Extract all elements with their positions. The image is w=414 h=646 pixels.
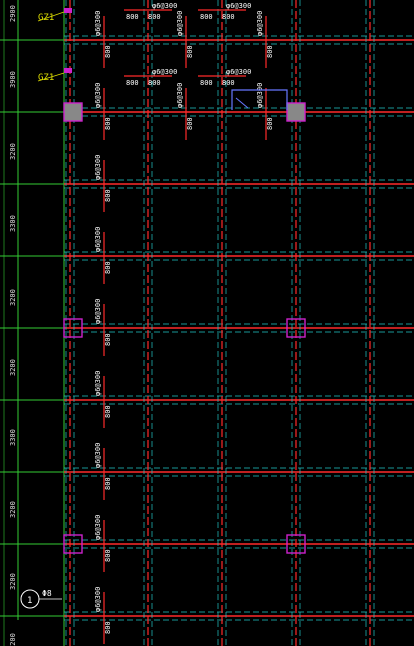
row-spacing-label: 3900 — [9, 71, 17, 88]
rebar-length-label: 800 — [148, 79, 161, 87]
structural-plan-drawing: 2900 3900 3200 3300 3200 3200 3300 3200 3200 3200… — [0, 0, 414, 646]
rebar-spec-label: φ6@300 — [256, 83, 264, 108]
rebar-length-label: 800 — [104, 621, 112, 634]
row-spacing-label: 3300 — [9, 429, 17, 446]
rebar-length-label: 800 — [266, 45, 274, 58]
rebar-length-label: 800 — [222, 79, 235, 87]
column-tag-label: GZ1 — [38, 73, 54, 83]
axis-tag-label: Φ8 — [42, 589, 52, 598]
structural-column — [286, 102, 306, 122]
tag-marker — [64, 68, 72, 73]
rebar-spec-label: φ6@300 — [152, 68, 177, 76]
rebar-spec-label: φ6@300 — [94, 227, 102, 252]
rebar-length-label: 800 — [126, 13, 139, 21]
row-spacing-label: 3200 — [9, 573, 17, 590]
rebar-length-label: 800 — [266, 117, 274, 130]
row-spacing-label: 3300 — [9, 215, 17, 232]
rebar-spec-label: φ6@300 — [226, 2, 251, 10]
rebar-spec-label: φ6@300 — [226, 68, 251, 76]
axis-bubble-number: 1 — [27, 596, 32, 606]
rebar-spec-label: φ6@300 — [152, 2, 177, 10]
rebar-spec-label: φ6@300 — [176, 83, 184, 108]
rebar-spec-label: φ6@300 — [94, 371, 102, 396]
rebar-length-label: 800 — [104, 117, 112, 130]
rebar-spec-label: φ6@300 — [256, 11, 264, 36]
row-spacing-label: 3200 — [9, 359, 17, 376]
rebar-spec-label: φ6@300 — [94, 587, 102, 612]
rebar-spec-label: φ6@300 — [94, 443, 102, 468]
rebar-spec-label: φ6@300 — [94, 299, 102, 324]
row-spacing-label: 2900 — [9, 5, 17, 22]
rebar-length-label: 800 — [104, 189, 112, 202]
structural-column — [63, 102, 83, 122]
row-spacing-label: 3200 — [9, 501, 17, 518]
rebar-length-label: 800 — [104, 333, 112, 346]
row-spacing-label: 3200 — [9, 143, 17, 160]
rebar-length-label: 800 — [104, 261, 112, 274]
rebar-length-label: 800 — [104, 45, 112, 58]
rebar-length-label: 800 — [104, 477, 112, 490]
rebar-spec-label: φ6@300 — [94, 11, 102, 36]
row-spacing-label: 3200 — [9, 633, 17, 646]
rebar-spec-label: φ6@300 — [94, 155, 102, 180]
tag-marker — [64, 8, 72, 13]
rebar-spec-label: φ6@300 — [176, 11, 184, 36]
rebar-length-label: 800 — [222, 13, 235, 21]
rebar-length-label: 800 — [200, 13, 213, 21]
rebar-length-label: 800 — [186, 117, 194, 130]
rebar-length-label: 800 — [186, 45, 194, 58]
rebar-length-label: 800 — [104, 405, 112, 418]
rebar-length-label: 800 — [200, 79, 213, 87]
rebar-length-label: 800 — [148, 13, 161, 21]
column-tag-label: GZ1 — [38, 13, 54, 23]
rebar-spec-label: φ6@300 — [94, 515, 102, 540]
rebar-length-label: 800 — [126, 79, 139, 87]
drawing-background — [0, 0, 414, 646]
rebar-length-label: 800 — [104, 549, 112, 562]
row-spacing-label: 3200 — [9, 289, 17, 306]
rebar-spec-label: φ6@300 — [94, 83, 102, 108]
